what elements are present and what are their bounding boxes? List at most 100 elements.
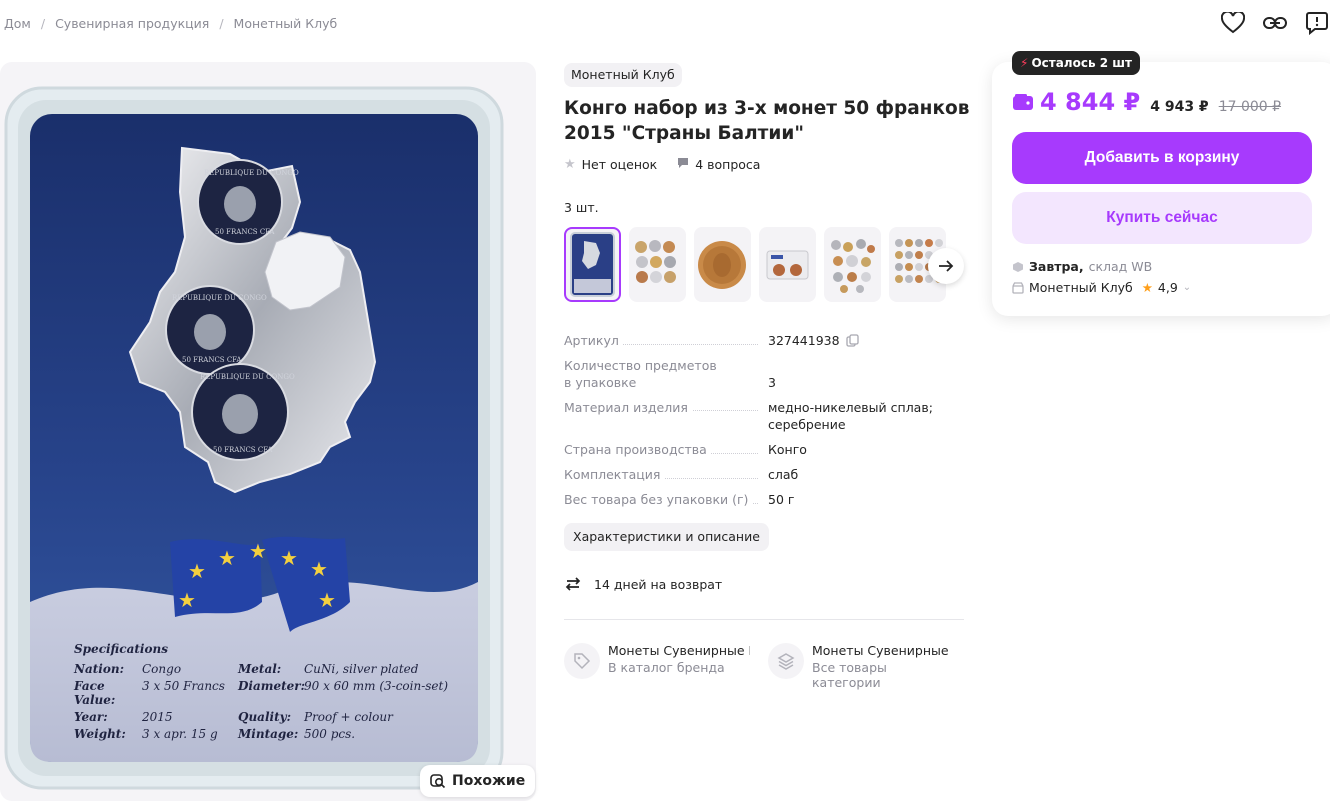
seller-tag[interactable]: Монетный Клуб: [564, 63, 682, 87]
brand-catalog-link[interactable]: Монеты Сувенирные М В каталог бренда: [564, 643, 754, 690]
spec-row: Комплектация слаб: [564, 466, 964, 483]
breadcrumb: Дом / Сувенирная продукция / Монетный Кл…: [4, 16, 337, 31]
link-icon[interactable]: [1262, 10, 1288, 36]
returns-info: 14 дней на возврат: [564, 575, 722, 593]
thumbnail-slab[interactable]: [564, 227, 621, 302]
product-image[interactable]: ★ ★ ★ ★ ★ ★ ★ REPUBLIQUE DU CONGO REPUBL…: [0, 62, 536, 801]
brand-link-subtitle: В каталог бренда: [608, 660, 725, 675]
price-row: 4 844 ₽ 4 943 ₽ 17 000 ₽: [1012, 88, 1281, 116]
slab-spec-value: 3 x apr. 15 g: [142, 727, 218, 741]
breadcrumb-separator: /: [40, 16, 46, 31]
svg-text:REPUBLIQUE DU CONGO: REPUBLIQUE DU CONGO: [172, 294, 267, 302]
heart-icon[interactable]: [1220, 10, 1246, 36]
similar-icon: [430, 774, 446, 789]
seller-info[interactable]: Монетный Клуб ★ 4,9 ⌄: [1012, 280, 1191, 295]
add-to-cart-button[interactable]: Добавить в корзину: [1012, 132, 1312, 184]
report-icon[interactable]: [1304, 10, 1330, 36]
spec-key: Количество предметов в упаковке: [564, 358, 717, 390]
svg-text:★: ★: [280, 546, 298, 570]
slab-spec-value: 3 x 50 Francs: [142, 679, 225, 693]
lightning-icon: ⚡: [1020, 56, 1029, 70]
spec-value: 3: [768, 375, 776, 390]
shop-icon: [1012, 281, 1024, 294]
svg-text:REPUBLIQUE DU CONGO: REPUBLIQUE DU CONGO: [204, 169, 299, 177]
spec-key: Комплектация: [564, 467, 665, 482]
spec-key: Страна производства: [564, 442, 711, 457]
category-link-subtitle: Все товары категории: [812, 660, 887, 690]
similar-button[interactable]: Похожие: [420, 765, 536, 797]
svg-text:50 FRANCS CFA: 50 FRANCS CFA: [213, 446, 273, 454]
slab-spec-key: Diameter:: [238, 679, 306, 693]
buy-now-button[interactable]: Купить сейчас: [1012, 192, 1312, 244]
rating-row: ★ Нет оценок 4 вопроса: [564, 157, 760, 172]
spec-value: слаб: [768, 467, 799, 482]
brand-link-title: Монеты Сувенирные М: [608, 643, 750, 658]
spec-key: Артикул: [564, 333, 623, 348]
slab-spec-key: Nation:: [74, 662, 125, 676]
questions-link[interactable]: 4 вопроса: [695, 157, 760, 172]
svg-text:★: ★: [249, 539, 267, 563]
thumbnail-coins-grid[interactable]: [629, 227, 686, 302]
spec-value: 50 г: [768, 492, 795, 507]
questions-icon: [677, 157, 689, 172]
spec-key: Вес товара без упаковки (г): [564, 492, 753, 507]
thumbnail-gold-coin[interactable]: [694, 227, 751, 302]
thumbnail-strip: [564, 227, 946, 302]
seller-name: Монетный Клуб: [1029, 280, 1133, 295]
description-button[interactable]: Характеристики и описание: [564, 523, 769, 551]
stock-text: Осталось 2 шт: [1031, 56, 1132, 70]
quantity-label: 3 шт.: [564, 200, 599, 215]
svg-text:★: ★: [310, 557, 328, 581]
slab-specifications: Specifications Nation: Congo Metal: CuNi…: [74, 642, 454, 741]
divider: [564, 619, 964, 620]
slab-spec-value: Proof + colour: [304, 710, 393, 724]
spec-key: Материал изделия: [564, 400, 692, 415]
thumbnail-coins-mixed[interactable]: [824, 227, 881, 302]
arrow-right-icon: [939, 260, 954, 272]
slab-spec-value: 90 x 60 mm (3-coin-set): [304, 679, 449, 693]
breadcrumb-category[interactable]: Сувенирная продукция: [55, 16, 209, 31]
spec-row: Артикул 327441938: [564, 332, 964, 349]
layers-icon: [768, 643, 804, 679]
slab-spec-key: Metal:: [238, 662, 282, 676]
similar-label: Похожие: [452, 773, 526, 789]
rating-text[interactable]: Нет оценок: [582, 157, 658, 172]
copy-icon[interactable]: [845, 334, 859, 347]
price-without-wallet: 4 943 ₽: [1150, 99, 1209, 115]
category-link-title: Монеты Сувенирные: [812, 643, 949, 658]
svg-text:★: ★: [318, 588, 336, 612]
svg-text:50 FRANCS CFA: 50 FRANCS CFA: [182, 356, 242, 364]
delivery-info: Завтра, склад WB: [1012, 259, 1152, 274]
chevron-down-icon: ⌄: [1182, 282, 1192, 293]
specs-table: Артикул 327441938 Количество предметов в…: [564, 332, 964, 516]
tag-icon: [564, 643, 600, 679]
slab-spec-key: Weight:: [74, 727, 126, 741]
slab-spec-value: Congo: [142, 662, 182, 676]
category-link[interactable]: Монеты Сувенирные Все товары категории: [768, 643, 958, 690]
slab-specs-heading: Specifications: [74, 642, 168, 656]
price-value: 4 844 ₽: [1040, 88, 1141, 116]
thumbnail-coin-holder[interactable]: [759, 227, 816, 302]
svg-text:★: ★: [218, 546, 236, 570]
thumbnails-next-button[interactable]: [928, 248, 964, 284]
breadcrumb-brand[interactable]: Монетный Клуб: [234, 16, 338, 31]
stock-badge: ⚡ Осталось 2 шт: [1012, 51, 1140, 75]
delivery-warehouse: склад WB: [1088, 259, 1153, 274]
returns-text: 14 дней на возврат: [594, 576, 723, 592]
spec-row: Материал изделия медно-никелевый сплав; …: [564, 399, 964, 433]
spec-value: 327441938: [768, 333, 840, 348]
spec-row: Количество предметов в упаковке 3: [564, 357, 964, 391]
price-main: 4 844 ₽: [1012, 88, 1140, 116]
breadcrumb-home[interactable]: Дом: [4, 16, 31, 31]
delivery-day: Завтра,: [1029, 259, 1084, 274]
svg-text:★: ★: [178, 588, 196, 612]
svg-text:REPUBLIQUE DU CONGO: REPUBLIQUE DU CONGO: [200, 373, 295, 381]
price-old: 17 000 ₽: [1218, 99, 1282, 115]
spec-value: медно-никелевый сплав; серебрение: [768, 400, 933, 432]
slab-spec-value: 2015: [142, 710, 173, 724]
slab-spec-key: Year:: [74, 710, 108, 724]
box-icon: [1013, 261, 1023, 272]
slab-spec-key: Face Value:: [74, 679, 116, 707]
brand-links: Монеты Сувенирные М В каталог бренда Мон…: [564, 643, 958, 690]
star-icon: ★: [564, 157, 576, 172]
